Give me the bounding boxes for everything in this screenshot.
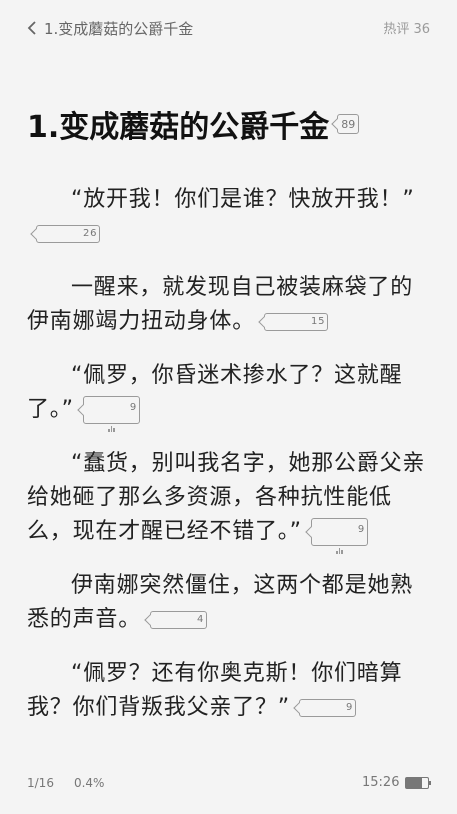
paragraph: 伊南娜突然僵住，这两个都是她熟悉的声音。 4 (27, 569, 435, 637)
time: 15:26 (362, 775, 400, 790)
paragraph-comment-count: 4 (197, 614, 205, 625)
comment-bubble-icon[interactable]: 26 (36, 225, 101, 243)
battery-icon (405, 776, 432, 789)
bar-chart-icon (336, 547, 343, 554)
battery-fill (406, 777, 422, 788)
top-bar: 1.变成蘑菇的公爵千金 热评 36 (0, 0, 457, 56)
paragraph: “佩罗，你昏迷术掺水了？这就醒了。” 9 (27, 359, 435, 432)
chevron-left-icon (27, 21, 36, 35)
comment-bubble-icon[interactable]: 9 (310, 518, 368, 554)
comment-bubble-icon[interactable]: 9 (299, 699, 357, 717)
reading-footer: 1/16 0.4% (27, 776, 104, 790)
chapter-content: “放开我！你们是谁？快放开我！” 26 一醒来，就发现自己被装麻袋了的伊南娜竭力扭… (27, 183, 435, 745)
paragraph: 一醒来，就发现自己被装麻袋了的伊南娜竭力扭动身体。 15 (27, 271, 435, 339)
status-clock: 15:26 (362, 775, 432, 790)
back-button[interactable]: 1.变成蘑菇的公爵千金 (26, 17, 193, 39)
paragraph-comment-count: 9 (346, 702, 354, 713)
paragraph-text: 伊南娜突然僵住，这两个都是她熟悉的声音。 (27, 573, 414, 632)
back-chapter-title: 1.变成蘑菇的公爵千金 (44, 19, 194, 38)
paragraph: “佩罗？还有你奥克斯！你们暗算我？你们背叛我父亲了？” 9 (27, 657, 435, 725)
comment-bubble-icon[interactable]: 4 (150, 611, 208, 629)
paragraph: “蠢货，别叫我名字，她那公爵父亲给她砸了那么多资源，各种抗性能低么，现在才醒已经… (27, 447, 435, 554)
paragraph-comment-count: 9 (129, 401, 137, 413)
reading-progress: 0.4% (73, 776, 105, 790)
paragraph-text: “放开我！你们是谁？快放开我！” (71, 187, 415, 212)
comment-bubble-icon[interactable]: 89 (337, 114, 360, 134)
comment-bubble-icon[interactable]: 15 (264, 313, 329, 331)
chapter-title-row: 1.变成蘑菇的公爵千金 89 (27, 102, 360, 146)
paragraph-comment-count: 26 (83, 228, 98, 239)
comment-bubble-icon[interactable]: 9 (82, 396, 140, 432)
paragraph-text: 一醒来，就发现自己被装麻袋了的伊南娜竭力扭动身体。 (27, 275, 414, 334)
paragraph: “放开我！你们是谁？快放开我！” 26 (27, 183, 435, 251)
bar-chart-icon (108, 425, 115, 432)
paragraph-comment-count: 9 (357, 523, 365, 535)
title-comment-count: 89 (341, 117, 356, 131)
paragraph-comment-count: 15 (311, 316, 326, 327)
hot-comments-button[interactable]: 热评 36 (383, 18, 430, 37)
page-indicator: 1/16 (27, 776, 54, 790)
chapter-title: 1.变成蘑菇的公爵千金 (27, 110, 330, 145)
